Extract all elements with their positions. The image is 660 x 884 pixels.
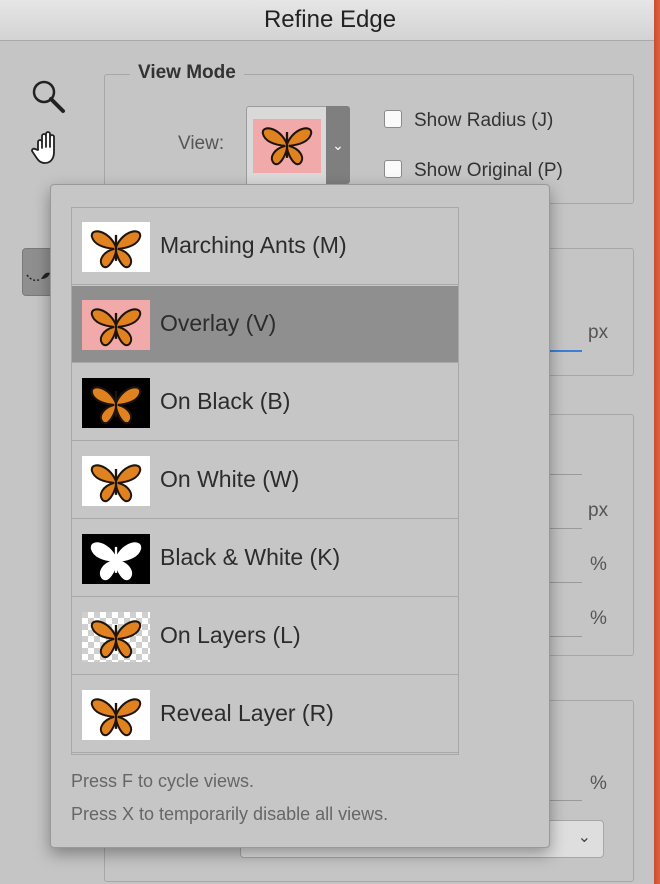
- butterfly-icon: [90, 542, 142, 581]
- view-menu-item[interactable]: On Layers (L): [72, 598, 458, 675]
- view-picker[interactable]: [246, 106, 328, 186]
- window-edge: [654, 0, 660, 884]
- contrast-field[interactable]: [548, 582, 582, 583]
- butterfly-icon: [90, 464, 142, 503]
- view-menu-item-label: On Layers (L): [160, 622, 301, 648]
- view-menu-item-label: Reveal Layer (R): [160, 700, 334, 726]
- feather-field[interactable]: [548, 528, 582, 529]
- overlay-thumbnail: [253, 119, 321, 173]
- chevron-down-icon: ⌄: [577, 829, 591, 846]
- view-thumbnail: [82, 222, 150, 272]
- view-menu-item[interactable]: Black & White (K): [72, 520, 458, 597]
- show-radius-label: Show Radius (J): [414, 110, 554, 131]
- view-menu-item-label: On Black (B): [160, 388, 291, 414]
- butterfly-icon: [90, 386, 142, 425]
- butterfly-icon: [90, 620, 142, 659]
- view-menu-item[interactable]: Overlay (V): [72, 286, 458, 363]
- hint-disable-views: Press X to temporarily disable all views…: [71, 804, 389, 824]
- view-label: View:: [178, 133, 225, 154]
- view-menu-item[interactable]: Reveal Layer (R): [72, 676, 458, 753]
- checkbox-box[interactable]: [384, 160, 402, 178]
- view-menu-item-label: Black & White (K): [160, 544, 341, 570]
- amount-field[interactable]: [548, 800, 582, 801]
- checkbox-box[interactable]: [384, 110, 402, 128]
- view-mode-menu: Marching Ants (M) Overlay (V) On Black (B)…: [71, 207, 459, 755]
- radius-field[interactable]: [548, 350, 582, 352]
- zoom-tool-button[interactable]: [28, 76, 68, 116]
- butterfly-icon: [90, 308, 142, 347]
- shift-edge-unit: %: [590, 608, 607, 629]
- hand-icon: [31, 131, 55, 164]
- view-menu-item-label: On White (W): [160, 466, 300, 492]
- show-original-label: Show Original (P): [414, 160, 563, 181]
- feather-unit: px: [588, 500, 609, 521]
- view-thumbnail: [82, 534, 150, 584]
- view-mode-dropdown: Marching Ants (M) Overlay (V) On Black (B)…: [50, 184, 550, 848]
- butterfly-icon: [90, 698, 142, 737]
- window-title: Refine Edge: [0, 0, 660, 41]
- contrast-unit: %: [590, 554, 607, 575]
- shift-edge-field[interactable]: [548, 636, 582, 637]
- view-thumbnail: [82, 612, 150, 662]
- view-thumbnail: [82, 456, 150, 506]
- hint-cycle-views: Press F to cycle views.: [71, 771, 255, 791]
- view-menu-item[interactable]: Marching Ants (M): [72, 208, 458, 285]
- view-dropdown-arrow[interactable]: ⌄: [326, 106, 350, 184]
- show-original-checkbox[interactable]: Show Original (P): [384, 160, 563, 182]
- magnifier-icon: [32, 80, 65, 113]
- butterfly-icon: [90, 230, 142, 269]
- view-menu-item-label: Marching Ants (M): [160, 232, 347, 258]
- show-radius-checkbox[interactable]: Show Radius (J): [384, 110, 553, 132]
- view-menu-item[interactable]: On Black (B): [72, 364, 458, 441]
- view-thumbnail: [82, 300, 150, 350]
- view-menu-item[interactable]: On White (W): [72, 442, 458, 519]
- hand-tool-button[interactable]: [28, 128, 68, 168]
- view-menu-item-label: Overlay (V): [160, 310, 277, 336]
- brush-icon: [26, 272, 50, 282]
- view-thumbnail: [82, 690, 150, 740]
- view-thumbnail: [82, 378, 150, 428]
- amount-unit: %: [590, 773, 607, 794]
- radius-unit: px: [588, 322, 609, 343]
- view-mode-legend: View Mode: [130, 62, 244, 84]
- smooth-field[interactable]: [548, 474, 582, 475]
